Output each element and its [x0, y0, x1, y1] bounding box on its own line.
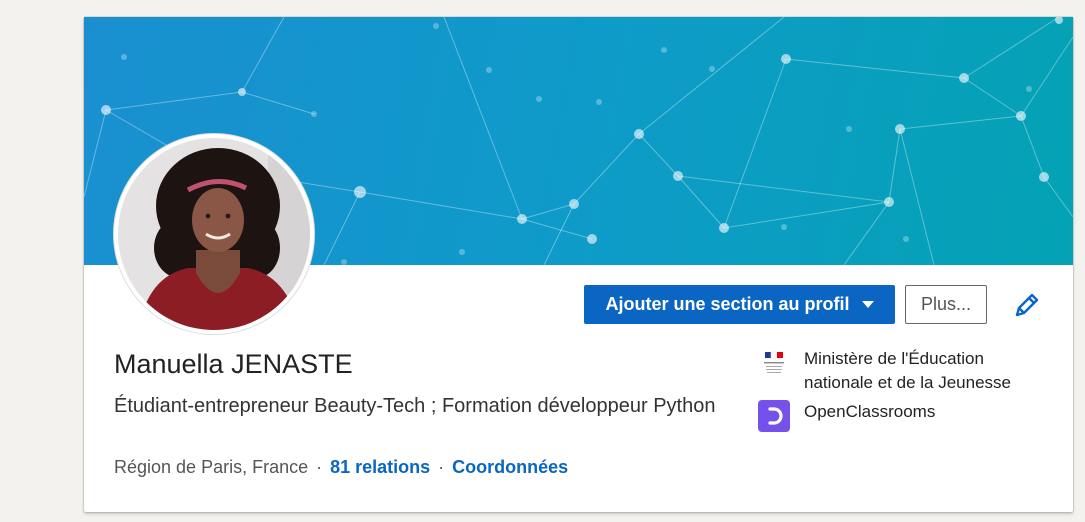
openclassrooms-logo-icon — [758, 400, 790, 432]
org-item-openclassrooms[interactable]: OpenClassrooms — [758, 400, 1034, 432]
separator-dot: · — [438, 457, 445, 477]
profile-card: Ajouter une section au profil Plus... Ma… — [84, 17, 1073, 512]
separator-dot: · — [316, 457, 323, 477]
profile-meta: Région de Paris, France · 81 relations · Coo… — [114, 457, 568, 478]
org-item-ministry[interactable]: Ministère de l'Éducation nationale et de… — [758, 347, 1034, 395]
org-name-openclassrooms: OpenClassrooms — [804, 402, 936, 421]
connections-link[interactable]: 81 relations — [330, 457, 430, 477]
contact-info-link[interactable]: Coordonnées — [452, 457, 568, 477]
more-button[interactable]: Plus... — [905, 285, 987, 324]
gov-emblem-icon — [758, 347, 790, 379]
add-profile-section-label: Ajouter une section au profil — [605, 294, 850, 314]
profile-name: Manuella JENASTE — [114, 349, 353, 379]
org-name-ministry: Ministère de l'Éducation nationale et de… — [804, 349, 1011, 392]
profile-photo — [118, 138, 310, 330]
pencil-icon[interactable] — [1012, 290, 1042, 320]
profile-avatar[interactable] — [114, 134, 314, 334]
profile-headline: Étudiant-entrepreneur Beauty-Tech ; Form… — [114, 395, 716, 417]
add-profile-section-button[interactable]: Ajouter une section au profil — [584, 285, 895, 324]
profile-location: Région de Paris, France — [114, 457, 309, 477]
caret-down-icon — [861, 301, 874, 308]
